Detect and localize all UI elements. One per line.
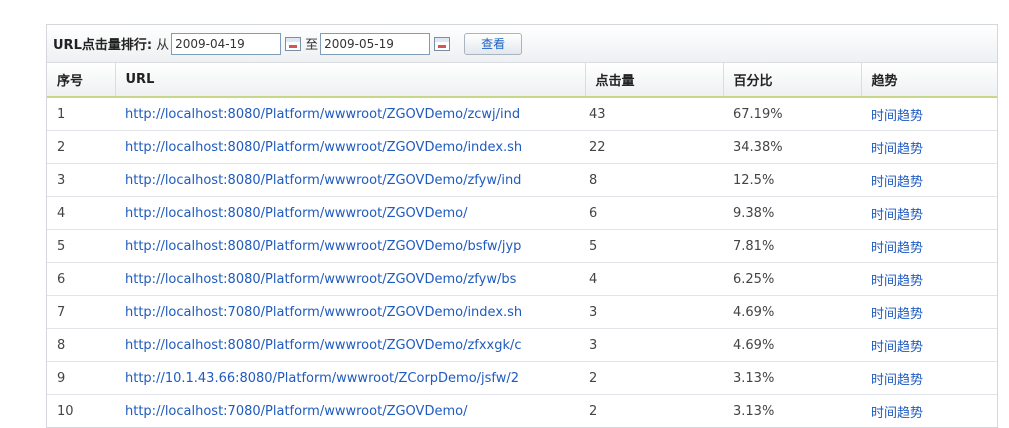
time-trend-link[interactable]: 时间趋势: [871, 208, 923, 223]
percentage: 3.13%: [723, 361, 861, 395]
click-count: 5: [585, 229, 723, 263]
time-trend-link[interactable]: 时间趋势: [871, 142, 923, 157]
url-link[interactable]: http://localhost:8080/Platform/wwwroot/Z…: [125, 173, 521, 188]
percentage: 9.38%: [723, 196, 861, 230]
header-no[interactable]: 序号: [47, 63, 116, 98]
url-link[interactable]: http://localhost:8080/Platform/wwwroot/Z…: [125, 338, 522, 353]
table-header-row: 序号 URL 点击量 百分比 趋势: [47, 63, 997, 98]
table-row: 8 http://localhost:8080/Platform/wwwroot…: [47, 328, 997, 362]
table-row: 1 http://localhost:8080/Platform/wwwroot…: [47, 97, 997, 131]
row-number: 9: [47, 361, 115, 395]
time-trend-link[interactable]: 时间趋势: [871, 406, 923, 421]
view-button[interactable]: 查看: [464, 32, 523, 55]
header-percent[interactable]: 百分比: [723, 63, 862, 98]
url-ranking-panel: URL点击量排行: 从 至 查看 序号 URL 点击量 百分比 趋势: [46, 24, 998, 428]
calendar-icon[interactable]: [434, 36, 451, 51]
table-row: 2 http://localhost:8080/Platform/wwwroot…: [47, 130, 997, 164]
table-row: 6 http://localhost:8080/Platform/wwwroot…: [47, 262, 997, 296]
row-number: 8: [47, 328, 115, 362]
percentage: 67.19%: [723, 97, 861, 131]
filter-toolbar: URL点击量排行: 从 至 查看: [47, 25, 997, 63]
url-link[interactable]: http://localhost:8080/Platform/wwwroot/Z…: [125, 239, 521, 254]
url-link[interactable]: http://localhost:8080/Platform/wwwroot/Z…: [125, 206, 467, 221]
row-number: 7: [47, 295, 115, 329]
header-url[interactable]: URL: [115, 63, 586, 98]
row-number: 5: [47, 229, 115, 263]
start-date-input[interactable]: [171, 32, 282, 55]
click-count: 6: [585, 196, 723, 230]
url-link[interactable]: http://localhost:8080/Platform/wwwroot/Z…: [125, 140, 522, 155]
ranking-title: URL点击量排行:: [53, 38, 153, 53]
time-trend-link[interactable]: 时间趋势: [871, 109, 923, 124]
url-ranking-table: 序号 URL 点击量 百分比 趋势 1 http://localhost:808…: [47, 63, 997, 427]
table-row: 3 http://localhost:8080/Platform/wwwroot…: [47, 163, 997, 197]
click-count: 2: [585, 361, 723, 395]
percentage: 4.69%: [723, 328, 861, 362]
time-trend-link[interactable]: 时间趋势: [871, 175, 923, 190]
table-row: 5 http://localhost:8080/Platform/wwwroot…: [47, 229, 997, 263]
row-number: 2: [47, 130, 115, 164]
row-number: 4: [47, 196, 115, 230]
table-row: 7 http://localhost:7080/Platform/wwwroot…: [47, 295, 997, 329]
end-date-input[interactable]: [320, 32, 431, 55]
percentage: 7.81%: [723, 229, 861, 263]
time-trend-link[interactable]: 时间趋势: [871, 241, 923, 256]
click-count: 2: [589, 403, 598, 419]
click-count: 43: [585, 97, 723, 131]
url-link[interactable]: http://10.1.43.66:8080/Platform/wwwroot/…: [125, 371, 519, 386]
row-number: 3: [47, 163, 115, 197]
percentage: 12.5%: [723, 163, 861, 197]
time-trend-link[interactable]: 时间趋势: [871, 274, 923, 289]
url-link[interactable]: http://localhost:8080/Platform/wwwroot/Z…: [125, 107, 520, 122]
url-link[interactable]: http://localhost:8080/Platform/wwwroot/Z…: [125, 272, 516, 287]
header-trend[interactable]: 趋势: [861, 63, 997, 98]
click-count: 4: [585, 262, 723, 296]
percentage: 6.25%: [723, 262, 861, 296]
url-link[interactable]: http://localhost:7080/Platform/wwwroot/Z…: [125, 305, 522, 320]
calendar-icon[interactable]: [285, 36, 302, 51]
table-row: 4 http://localhost:8080/Platform/wwwroot…: [47, 196, 997, 230]
row-number: 1: [47, 97, 115, 131]
row-number: 6: [47, 262, 115, 296]
click-count: 22: [585, 130, 723, 164]
time-trend-link[interactable]: 时间趋势: [871, 307, 923, 322]
table-row: 9 http://10.1.43.66:8080/Platform/wwwroo…: [47, 361, 997, 395]
percentage: 3.13%: [733, 403, 775, 419]
time-trend-link[interactable]: 时间趋势: [871, 340, 923, 355]
click-count: 3: [585, 328, 723, 362]
percentage: 4.69%: [723, 295, 861, 329]
header-clicks[interactable]: 点击量: [585, 63, 724, 98]
table-row: 10 http://localhost:7080/Platform/wwwroo…: [47, 395, 997, 428]
url-link[interactable]: http://localhost:7080/Platform/wwwroot/Z…: [125, 404, 467, 419]
click-count: 8: [585, 163, 723, 197]
from-label: 从: [156, 38, 170, 53]
row-number: 10: [57, 403, 74, 419]
click-count: 3: [585, 295, 723, 329]
time-trend-link[interactable]: 时间趋势: [871, 373, 923, 388]
to-label: 至: [305, 38, 319, 53]
percentage: 34.38%: [723, 130, 861, 164]
